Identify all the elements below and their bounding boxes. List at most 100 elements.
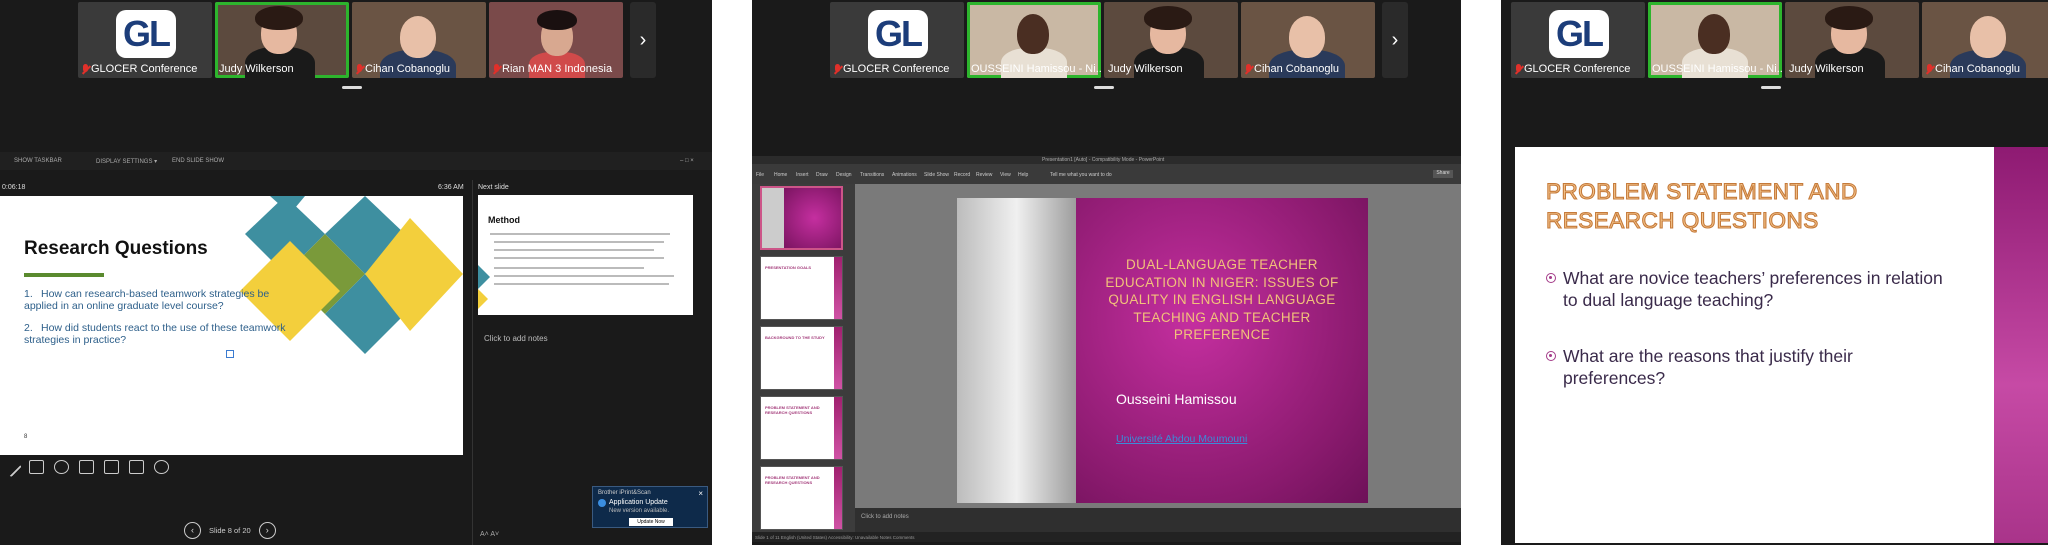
thumb-background	[784, 188, 841, 248]
video-strip: GL GLOCER Conference OUSSEINI Hamissou -…	[830, 2, 1410, 78]
slide-thumbnail[interactable]: BACKGROUND TO THE STUDY	[760, 326, 843, 390]
participant-name: Judy Wilkerson	[1108, 63, 1183, 75]
participant-tile-active-speaker[interactable]: OUSSEINI Hamissou - Ni...	[967, 2, 1101, 78]
participant-tile[interactable]: Rian MAN 3 Indonesia	[489, 2, 623, 78]
chevron-right-icon[interactable]: ›	[1382, 2, 1408, 78]
presenter-toolbar: SHOW TASKBAR DISPLAY SETTINGS ▾ END SLID…	[0, 152, 712, 170]
ribbon-tab[interactable]: Transitions	[860, 172, 884, 178]
slide-thumbnail[interactable]	[760, 186, 843, 250]
participant-name: Cihan Cobanoglu	[1254, 63, 1340, 75]
ribbon-tab[interactable]: Review	[976, 172, 992, 178]
mic-muted-icon	[1926, 63, 1933, 75]
text-line	[494, 275, 674, 277]
participant-tile-active-speaker[interactable]: Judy Wilkerson	[215, 2, 349, 78]
participant-tile[interactable]: GL GLOCER Conference	[1511, 2, 1645, 78]
video-strip: GL GLOCER Conference Judy Wilkerson Ciha…	[78, 2, 658, 78]
participant-tile[interactable]: GL GLOCER Conference	[78, 2, 212, 78]
strip-drag-handle[interactable]	[1094, 86, 1114, 89]
camera-icon[interactable]	[129, 460, 144, 474]
ribbon-tab[interactable]: Slide Show	[924, 172, 949, 178]
participant-tile[interactable]: Judy Wilkerson	[1785, 2, 1919, 78]
bullet-item: What are the reasons that justify their …	[1546, 345, 1946, 389]
slide-navigation: ‹ Slide 8 of 20 ›	[184, 522, 276, 539]
slide-title: DUAL-LANGUAGE TEACHER EDUCATION IN NIGER…	[1105, 257, 1339, 342]
chevron-left-icon[interactable]: ‹	[184, 522, 201, 539]
zoom-window-presenter-view: GL GLOCER Conference Judy Wilkerson Ciha…	[0, 0, 712, 545]
notification-title: Application Update	[609, 499, 668, 506]
glocer-logo: GL	[1549, 10, 1609, 58]
bullet-icon	[1546, 351, 1556, 361]
ribbon-tab[interactable]: Draw	[816, 172, 828, 178]
chevron-right-icon[interactable]: ›	[630, 2, 656, 78]
speaker-notes[interactable]: Click to add notes	[484, 334, 548, 343]
participant-name: Judy Wilkerson	[219, 63, 294, 75]
presenter-screen-icon[interactable]	[79, 460, 94, 474]
participant-name: OUSSEINI Hamissou - Ni...	[971, 63, 1101, 75]
close-icon[interactable]: ×	[698, 489, 703, 498]
tell-me-search[interactable]: Tell me what you want to do	[1050, 172, 1112, 178]
share-button[interactable]: Share	[1433, 170, 1453, 178]
mic-muted-icon	[82, 63, 89, 75]
participant-name: GLOCER Conference	[843, 63, 950, 75]
mic-muted-icon	[493, 63, 500, 75]
update-now-button[interactable]: Update Now	[629, 518, 673, 526]
slide-decoration	[478, 265, 490, 309]
notification-message: New version available.	[609, 508, 670, 514]
ribbon-tab[interactable]: View	[1000, 172, 1011, 178]
participant-tile[interactable]: Cihan Cobanoglu	[1241, 2, 1375, 78]
slide-number: 8	[24, 434, 28, 440]
next-slide-preview[interactable]: Method	[478, 195, 693, 315]
mic-muted-icon	[1515, 63, 1522, 75]
ribbon-tab[interactable]: Home	[774, 172, 787, 178]
slide-thumbnail[interactable]: PRESENTATION GOALS	[760, 256, 843, 320]
end-slide-show-button[interactable]: END SLIDE SHOW	[172, 158, 224, 164]
pen-icon[interactable]	[1, 456, 22, 478]
thumb-background	[762, 188, 784, 248]
show-taskbar-button[interactable]: SHOW TASKBAR	[14, 158, 62, 164]
participant-tile[interactable]: Cihan Cobanoglu	[352, 2, 486, 78]
zoom-search-icon[interactable]	[54, 460, 69, 474]
participant-name: Cihan Cobanoglu	[1935, 63, 2021, 75]
next-slide-title: Method	[488, 215, 520, 225]
text-line	[494, 267, 644, 269]
info-icon	[598, 499, 606, 507]
slide-thumbnail[interactable]: PROBLEM STATEMENT AND RESEARCH QUESTIONS	[760, 466, 843, 530]
font-size-controls[interactable]: A˄ A˅	[480, 531, 499, 538]
ribbon-tab[interactable]: Help	[1018, 172, 1028, 178]
chevron-right-icon[interactable]: ›	[258, 522, 276, 539]
ribbon-tab[interactable]: Design	[836, 172, 852, 178]
presenter-name: Ousseini Hamissou	[1116, 391, 1237, 407]
mic-muted-icon	[1245, 63, 1252, 75]
text-line	[494, 249, 654, 251]
presenter-tools	[1, 456, 169, 478]
strip-drag-handle[interactable]	[342, 86, 362, 89]
participant-tile[interactable]: Cihan Cobanoglu	[1922, 2, 2048, 78]
subtitle-icon[interactable]	[104, 460, 119, 474]
title-underline	[24, 273, 104, 277]
participant-tile-active-speaker[interactable]: OUSSEINI Hamissou - Ni...	[1648, 2, 1782, 78]
display-settings-button[interactable]: DISPLAY SETTINGS ▾	[96, 158, 157, 165]
text-line	[490, 233, 670, 235]
ribbon-tab[interactable]: Record	[954, 172, 970, 178]
mic-muted-icon	[356, 63, 363, 75]
clock: 6:36 AM	[438, 184, 464, 191]
ribbon-tab[interactable]: Insert	[796, 172, 809, 178]
shared-slide: PROBLEM STATEMENT AND RESEARCH QUESTIONS…	[1515, 147, 2048, 543]
title-slide[interactable]: DUAL-LANGUAGE TEACHER EDUCATION IN NIGER…	[957, 198, 1368, 503]
strip-drag-handle[interactable]	[1761, 86, 1781, 89]
notes-pane[interactable]: Click to add notes	[855, 508, 1461, 532]
participant-tile[interactable]: Judy Wilkerson	[1104, 2, 1238, 78]
more-options-icon[interactable]	[154, 460, 169, 474]
slides-grid-icon[interactable]	[29, 460, 44, 474]
window-controls[interactable]: – □ ×	[680, 158, 694, 164]
ribbon: File Home Insert Draw Design Transitions…	[752, 164, 1461, 184]
ribbon-tab[interactable]: Animations	[892, 172, 917, 178]
slide-thumbnail[interactable]: PROBLEM STATEMENT AND RESEARCH QUESTIONS	[760, 396, 843, 460]
notification-source: Brother iPrint&Scan	[598, 490, 651, 496]
ribbon-tab[interactable]: File	[756, 172, 764, 178]
participant-tile[interactable]: GL GLOCER Conference	[830, 2, 964, 78]
participant-name: GLOCER Conference	[1524, 63, 1631, 75]
slide-thumbnails: PRESENTATION GOALS BACKGROUND TO THE STU…	[752, 184, 855, 532]
question-item: 2. How did students react to the use of t…	[24, 322, 286, 346]
status-bar: Slide 1 of 11 English (United States) Ac…	[752, 532, 1461, 542]
